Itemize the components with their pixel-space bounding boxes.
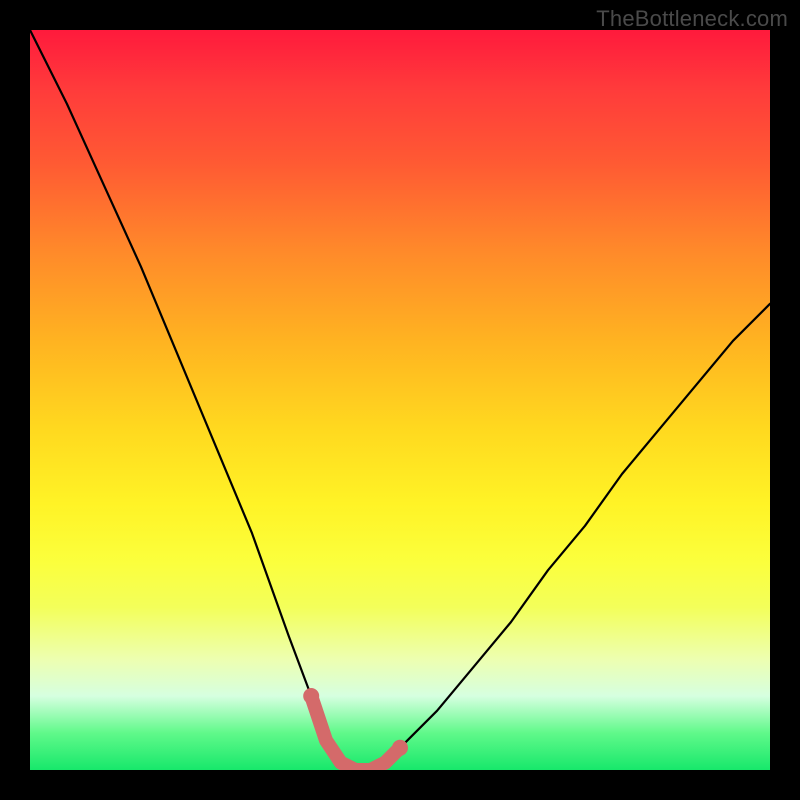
curve-layer: [30, 30, 770, 770]
watermark-text: TheBottleneck.com: [596, 6, 788, 32]
optimal-range-highlight: [311, 696, 400, 770]
plot-area: [30, 30, 770, 770]
chart-frame: TheBottleneck.com: [0, 0, 800, 800]
bottleneck-curve: [30, 30, 770, 770]
